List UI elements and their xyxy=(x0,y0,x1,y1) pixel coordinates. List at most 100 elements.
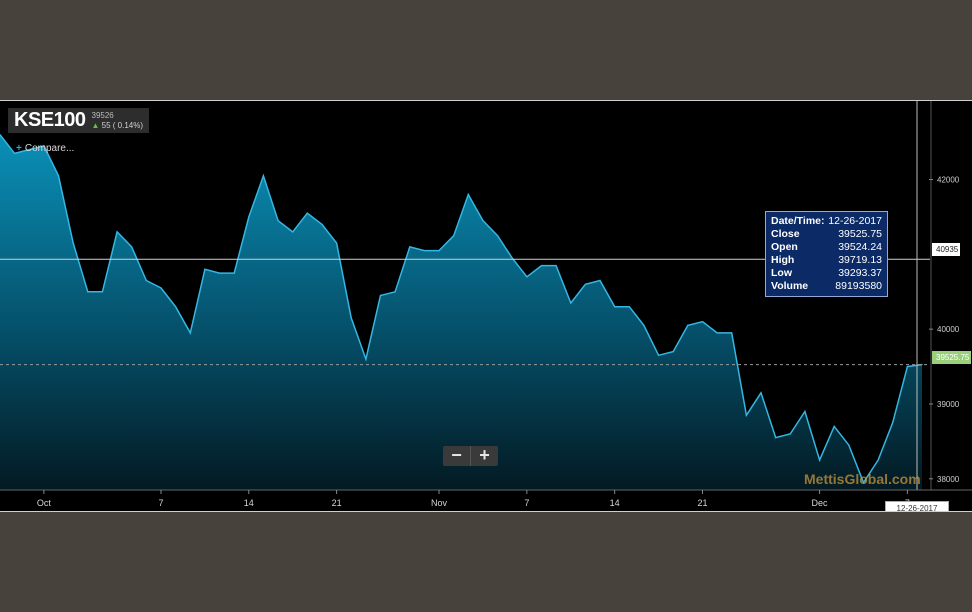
data-tooltip: Date/Time: 12-26-2017 Close 39525.75 Open 3… xyxy=(765,211,888,297)
price-point xyxy=(672,351,674,353)
price-point xyxy=(72,242,74,244)
price-point xyxy=(467,193,469,196)
price-point xyxy=(321,223,323,225)
tooltip-row: Date/Time: 12-26-2017 xyxy=(771,215,882,228)
price-point xyxy=(189,332,191,334)
price-point xyxy=(277,220,279,222)
crosshair-price-label: 40935 xyxy=(932,243,961,256)
compare-label: Compare... xyxy=(24,143,75,154)
tooltip-value: 39719.13 xyxy=(838,254,882,266)
price-point xyxy=(745,414,748,416)
price-point xyxy=(599,279,601,282)
tooltip-row: Close 39525.75 xyxy=(771,228,882,241)
tooltip-label: Low xyxy=(771,267,792,279)
zoom-out-button[interactable]: − xyxy=(443,446,470,466)
y-tick-label: 40000 xyxy=(937,325,960,334)
tooltip-label: Open xyxy=(771,241,798,253)
price-point xyxy=(336,242,338,244)
price-point xyxy=(423,250,425,252)
tooltip-value: 39293.37 xyxy=(838,267,882,279)
price-point xyxy=(877,459,879,461)
price-point xyxy=(555,265,557,267)
x-tick-label: 14 xyxy=(610,498,620,508)
price-point xyxy=(921,364,923,366)
chart-panel[interactable]: 38000390004000042000Oct71421Nov71421Dec7… xyxy=(0,100,972,512)
zoom-in-button[interactable]: + xyxy=(471,446,498,466)
price-point xyxy=(394,291,396,293)
price-point xyxy=(701,321,704,323)
tooltip-row: Open 39524.24 xyxy=(771,241,882,254)
price-point xyxy=(233,272,235,274)
ticker-price: 39526 xyxy=(91,110,114,120)
ticker-change: ▲ 55 ( 0.14%) xyxy=(92,121,144,131)
price-point xyxy=(262,175,264,177)
price-point xyxy=(131,246,133,248)
price-point xyxy=(511,257,513,259)
tooltip-label: Volume xyxy=(771,280,809,292)
price-point xyxy=(731,332,733,334)
y-tick-label: 42000 xyxy=(937,176,960,185)
price-point xyxy=(643,324,645,326)
ticker-quote: 39526 ▲ 55 ( 0.14%) xyxy=(92,111,144,131)
price-point xyxy=(101,291,103,293)
up-arrow-icon: ▲ xyxy=(91,120,100,130)
price-point xyxy=(438,250,440,252)
price-point xyxy=(526,276,528,278)
price-point xyxy=(379,294,382,297)
price-point xyxy=(57,175,60,177)
price-point xyxy=(350,317,352,319)
price-point xyxy=(116,231,118,233)
price-point xyxy=(570,302,572,304)
tooltip-label: High xyxy=(771,254,795,266)
price-point xyxy=(540,265,543,267)
tooltip-row: Volume 89193580 xyxy=(771,280,882,293)
price-point xyxy=(175,306,177,308)
price-point xyxy=(160,287,162,289)
x-tick-label: 7 xyxy=(524,498,529,508)
price-point xyxy=(584,283,587,285)
last-price-label: 39525.75 xyxy=(932,351,972,364)
price-point xyxy=(365,358,367,360)
ticker-symbol: KSE100 xyxy=(14,109,86,131)
x-tick-label: 7 xyxy=(158,498,163,508)
plus-icon: + xyxy=(16,143,22,154)
price-point xyxy=(716,332,718,334)
y-tick-label: 38000 xyxy=(937,475,960,484)
tooltip-label: Close xyxy=(771,228,800,240)
zoom-controls: − + xyxy=(443,446,498,466)
price-point xyxy=(833,425,835,427)
x-tick-label: Nov xyxy=(431,498,448,508)
price-point xyxy=(760,392,762,394)
price-point xyxy=(775,437,777,439)
ticker-badge: KSE100 39526 ▲ 55 ( 0.14%) xyxy=(8,108,150,133)
price-point xyxy=(218,272,221,274)
price-point xyxy=(292,231,294,233)
price-area-fill xyxy=(0,134,922,490)
price-point xyxy=(658,354,660,356)
price-point xyxy=(87,291,89,293)
x-tick-label: 21 xyxy=(697,498,707,508)
tooltip-value: 89193580 xyxy=(835,280,882,292)
x-tick-label: Oct xyxy=(37,498,52,508)
crosshair-date-label: 12-26-2017 xyxy=(885,501,949,511)
price-point xyxy=(204,268,206,270)
price-point xyxy=(804,410,806,413)
tooltip-value: 12-26-2017 xyxy=(828,215,882,227)
x-tick-label: 14 xyxy=(244,498,254,508)
price-point xyxy=(306,212,308,214)
price-point xyxy=(906,366,909,368)
price-point xyxy=(687,324,689,326)
y-tick-label: 39000 xyxy=(937,400,960,409)
price-point xyxy=(848,444,850,446)
price-point xyxy=(892,422,894,424)
tooltip-label: Date/Time: xyxy=(771,215,825,227)
price-point xyxy=(482,220,484,222)
price-point xyxy=(614,306,616,308)
tooltip-row: High 39719.13 xyxy=(771,254,882,267)
price-point xyxy=(248,216,250,218)
price-point xyxy=(497,235,499,237)
ticker-change-value: 55 ( 0.14%) xyxy=(101,120,144,130)
price-point xyxy=(145,279,147,282)
watermark: MettisGlobal.com xyxy=(804,471,921,487)
compare-button[interactable]: + Compare... xyxy=(16,143,74,154)
